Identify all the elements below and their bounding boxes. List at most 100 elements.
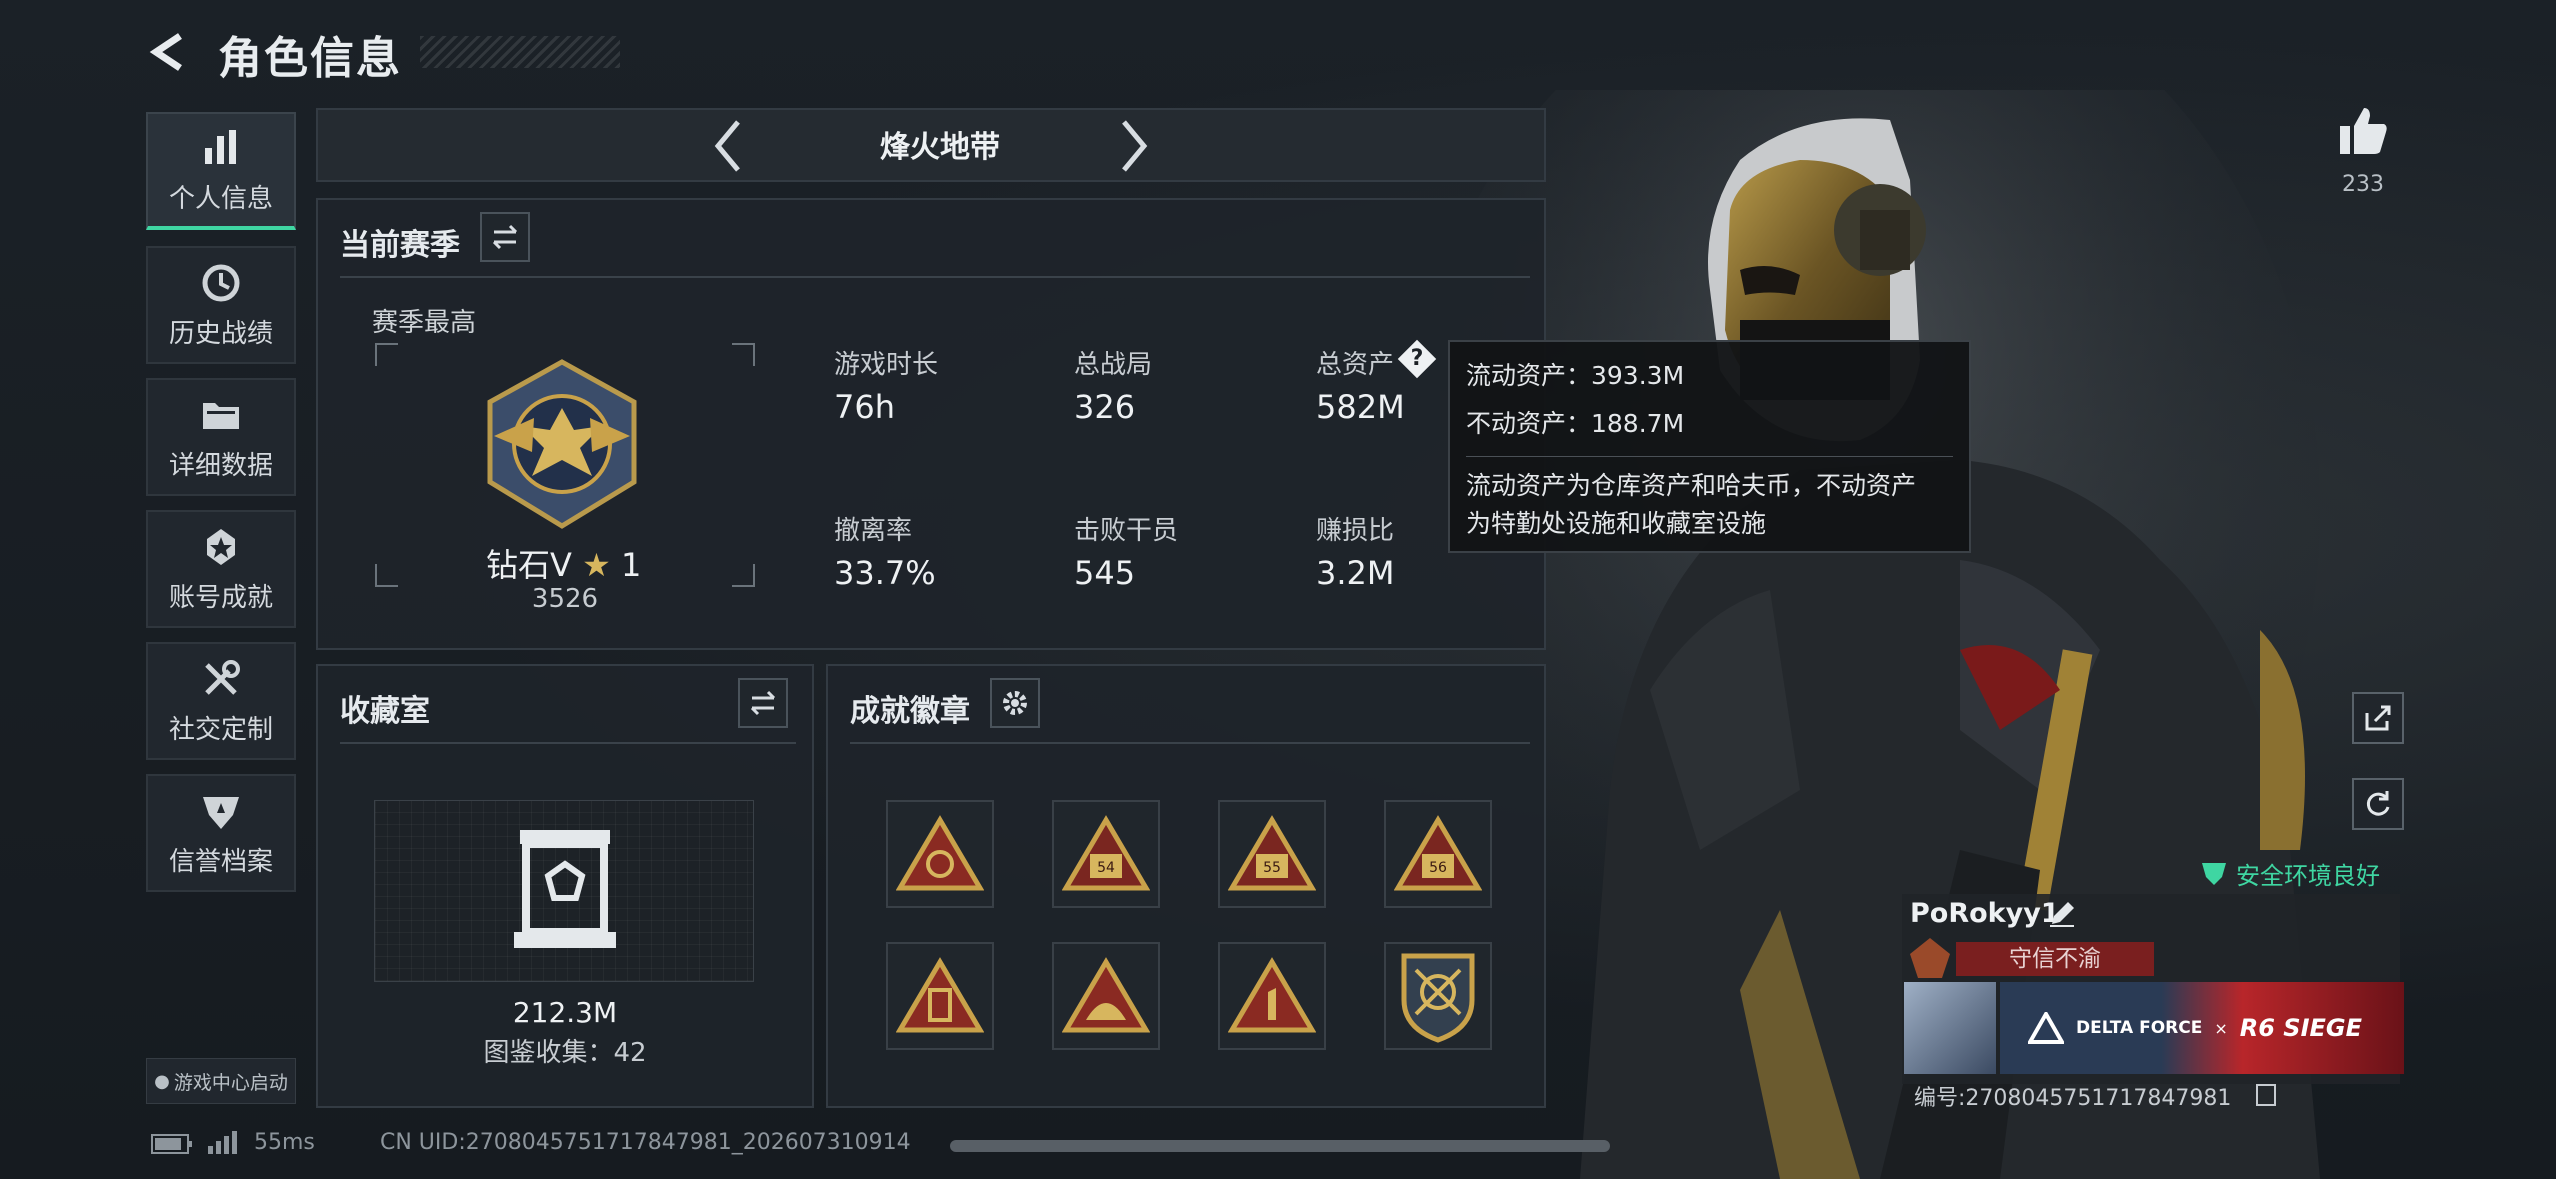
sidebar-item-social[interactable]: 社交定制 xyxy=(146,642,296,760)
safety-shield-icon xyxy=(2202,862,2226,885)
share-icon xyxy=(2365,705,2391,731)
avatar[interactable] xyxy=(1904,982,1996,1074)
collection-switch-button[interactable] xyxy=(738,678,788,728)
clock-icon xyxy=(202,264,240,301)
stat-value-extract-rate: 33.7% xyxy=(834,554,936,592)
stat-label-extract-rate: 撤离率 xyxy=(834,516,913,546)
badge-shield-icon xyxy=(1401,953,1475,1043)
sidebar-item-label: 个人信息 xyxy=(168,183,273,214)
banner-x: × xyxy=(2214,1018,2228,1038)
page-title: 角色信息 xyxy=(218,33,402,84)
thumbs-up-icon[interactable] xyxy=(2336,104,2390,158)
sidebar-item-achievements[interactable]: 账号成就 xyxy=(146,510,296,628)
achievements-settings-button[interactable] xyxy=(990,678,1040,728)
sidebar-item-label: 社交定制 xyxy=(168,714,273,745)
bar-chart-icon xyxy=(205,129,236,164)
collection-count: 图鉴收集：42 xyxy=(483,1038,647,1068)
delta-force-logo-icon xyxy=(2028,1012,2064,1044)
signal-icon xyxy=(208,1131,237,1154)
rank-name: 钻石V ★ 1 xyxy=(486,540,641,586)
badge-triangle-icon: 56 xyxy=(1394,815,1482,891)
assets-tooltip: 流动资产：393.3M 不动资产：188.7M 流动资产为仓库资产和哈夫币，不动… xyxy=(1448,340,1971,553)
season-switch-button[interactable] xyxy=(480,212,530,262)
chevron-left-icon[interactable] xyxy=(710,118,746,174)
title-decoration xyxy=(420,36,620,68)
tooltip-fixed-assets: 不动资产：188.7M xyxy=(1466,409,1685,438)
tooltip-divider xyxy=(1466,456,1953,457)
section-divider xyxy=(850,742,1530,744)
edit-pencil-icon[interactable] xyxy=(2048,900,2076,928)
sidebar-item-label: 历史战绩 xyxy=(168,318,273,349)
stat-label-matches: 总战局 xyxy=(1074,350,1153,380)
sidebar-item-personal-info[interactable]: 个人信息 xyxy=(146,112,296,230)
chevron-right-icon[interactable] xyxy=(1116,118,1152,174)
safety-status: 安全环境良好 xyxy=(2200,856,2380,891)
uid: CN UID:2708045751717847981_202607310914 xyxy=(380,1130,911,1155)
sidebar-item-label: 账号成就 xyxy=(168,582,273,613)
like-count: 233 xyxy=(2342,172,2384,197)
swap-icon xyxy=(492,224,518,250)
badge-number: 55 xyxy=(1263,860,1281,876)
achievement-badge[interactable] xyxy=(1384,942,1492,1050)
refresh-icon xyxy=(2366,791,2390,816)
stat-value-matches: 326 xyxy=(1074,388,1136,426)
help-icon-glyph: ? xyxy=(1410,346,1424,371)
section-divider xyxy=(340,742,796,744)
badge-triangle-icon: 54 xyxy=(1062,815,1150,891)
badge-triangle-icon xyxy=(1062,957,1150,1033)
tooltip-note-line-2: 为特勤处设施和收藏室设施 xyxy=(1466,509,1767,538)
stat-label-kills: 击败干员 xyxy=(1074,516,1179,546)
stat-value-kills: 545 xyxy=(1074,554,1136,592)
launch-label: 游戏中心启动 xyxy=(173,1071,288,1094)
achievement-badge[interactable] xyxy=(886,942,994,1050)
refresh-button[interactable] xyxy=(2352,778,2404,830)
shield-icon xyxy=(203,796,239,829)
badge-triangle-icon xyxy=(1228,957,1316,1033)
star-icon: ★ xyxy=(582,546,611,584)
person-icon: ● xyxy=(154,1070,170,1092)
achievement-badge[interactable] xyxy=(1218,942,1326,1050)
credit-tag: 守信不渝 xyxy=(1956,942,2154,976)
collection-title: 收藏室 xyxy=(340,694,430,729)
folder-icon xyxy=(203,402,239,429)
rank-stars: 1 xyxy=(620,546,642,584)
achievement-badge[interactable]: 55 xyxy=(1218,800,1326,908)
rank-name-text: 钻石V xyxy=(486,546,572,584)
stat-label-playtime: 游戏时长 xyxy=(834,350,939,380)
player-id: 编号:270804575171784798​1 xyxy=(1914,1086,2232,1111)
season-best-label: 赛季最高 xyxy=(372,308,477,338)
battery-icon xyxy=(151,1134,192,1154)
mode-label: 烽火地带 xyxy=(880,130,1000,165)
sidebar-item-detailed-data[interactable]: 详细数据 xyxy=(146,378,296,496)
tools-icon xyxy=(205,659,240,695)
sidebar-item-label: 信誉档案 xyxy=(168,846,273,877)
rank-emblem-icon xyxy=(487,359,637,529)
season-title: 当前赛季 xyxy=(340,228,460,263)
copy-icon[interactable] xyxy=(2256,1084,2276,1106)
badge-triangle-icon xyxy=(896,957,984,1033)
gear-icon xyxy=(1003,691,1027,715)
stat-label-profit-ratio: 赚损比 xyxy=(1316,516,1395,546)
section-divider xyxy=(340,276,1530,278)
collection-value: 212.3M xyxy=(512,996,618,1029)
achievement-badge[interactable]: 54 xyxy=(1052,800,1160,908)
banner-left-text: DELTA FORCE xyxy=(2076,1018,2203,1038)
back-arrow-icon[interactable] xyxy=(148,30,192,74)
badge-triangle-icon xyxy=(896,815,984,891)
safety-status-text: 安全环境良好 xyxy=(2236,862,2380,890)
collab-banner: DELTA FORCE × R6 SIEGE xyxy=(2000,982,2404,1074)
achievement-badge[interactable] xyxy=(1052,942,1160,1050)
badge-triangle-icon: 55 xyxy=(1228,815,1316,891)
sidebar-item-credit[interactable]: 信誉档案 xyxy=(146,774,296,892)
badge-number: 54 xyxy=(1097,860,1115,876)
game-center-launch-button[interactable]: ● 游戏中心启动 xyxy=(146,1058,296,1104)
sidebar-item-history[interactable]: 历史战绩 xyxy=(146,246,296,364)
achievement-badge[interactable]: 56 xyxy=(1384,800,1492,908)
rank-score: 3526 xyxy=(531,584,599,614)
stat-value-playtime: 76h xyxy=(834,388,895,426)
sidebar-item-label: 详细数据 xyxy=(168,450,273,481)
scroll-bar[interactable] xyxy=(950,1140,1610,1152)
achievement-badge[interactable] xyxy=(886,800,994,908)
share-button[interactable] xyxy=(2352,692,2404,744)
achievements-title: 成就徽章 xyxy=(850,694,970,729)
